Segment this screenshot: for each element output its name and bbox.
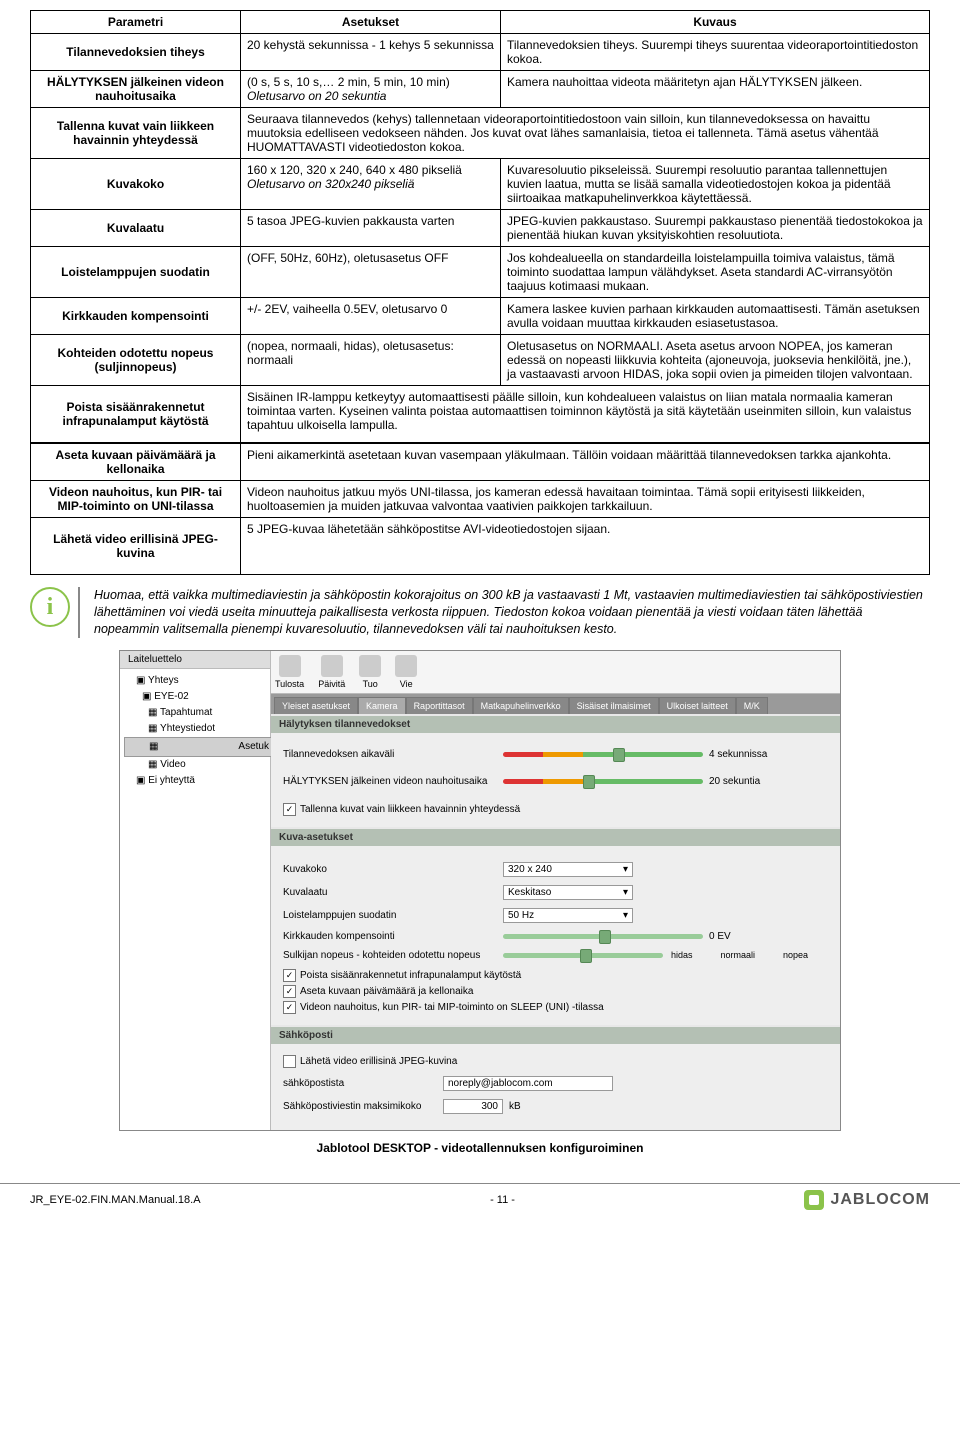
row-label: Kirkkauden kompensointi: [283, 931, 503, 942]
tab[interactable]: Raportittasot: [406, 697, 473, 714]
print-icon: [279, 655, 301, 677]
row-label: HÄLYTYKSEN jälkeinen videon nauhoitusaik…: [283, 776, 503, 787]
tree-item-selected[interactable]: ▦ Asetuk: [124, 737, 274, 757]
chevron-down-icon: ▾: [623, 910, 628, 921]
tab[interactable]: Matkapuhelinverkko: [473, 697, 569, 714]
filter-select[interactable]: 50 Hz▾: [503, 908, 633, 923]
table-row: Tallenna kuvat vain liikkeen havainnin y…: [31, 108, 930, 159]
tree-item[interactable]: ▦ Tapahtumat: [124, 705, 266, 721]
table-row: Aseta kuvaan päivämäärä ja kellonaika Pi…: [31, 443, 930, 481]
shutter-slider[interactable]: [503, 953, 663, 958]
tab[interactable]: Ulkoiset laitteet: [659, 697, 736, 714]
sidebar: Laiteluettelo ▣ Yhteys ▣ EYE-02 ▦ Tapaht…: [120, 651, 271, 1130]
slider-value: 4 sekunnissa: [709, 749, 779, 760]
tree-root[interactable]: ▣ Yhteys: [124, 673, 266, 689]
th-desc: Kuvaus: [501, 11, 930, 34]
table-row: HÄLYTYKSEN jälkeinen videon nauhoitusaik…: [31, 71, 930, 108]
toolbar-export[interactable]: Vie: [395, 655, 417, 689]
doc-id: JR_EYE-02.FIN.MAN.Manual.18.A: [30, 1194, 201, 1206]
page-footer: JR_EYE-02.FIN.MAN.Manual.18.A - 11 - JAB…: [0, 1183, 960, 1220]
brand-logo: JABLOCOM: [804, 1190, 930, 1210]
checkbox-uni-record[interactable]: ✓Videon nauhoitus, kun PIR- tai MIP-toim…: [283, 1001, 828, 1014]
section-header: Sähköposti: [271, 1027, 840, 1044]
checkbox-jpeg-email[interactable]: Lähetä video erillisinä JPEG-kuvina: [283, 1055, 828, 1068]
tree-item[interactable]: ▦ Video: [124, 757, 266, 773]
sidebar-title: Laiteluettelo: [120, 651, 270, 669]
tab[interactable]: Yleiset asetukset: [274, 697, 358, 714]
table-row: Kuvakoko 160 x 120, 320 x 240, 640 x 480…: [31, 159, 930, 210]
screenshot-caption: Jablotool DESKTOP - videotallennuksen ko…: [30, 1141, 930, 1155]
export-icon: [395, 655, 417, 677]
page-number: - 11 -: [490, 1194, 515, 1206]
table-row: Poista sisäänrakennetut infrapunalamput …: [31, 386, 930, 444]
import-icon: [359, 655, 381, 677]
table-row: Kirkkauden kompensointi +/- 2EV, vaiheel…: [31, 298, 930, 335]
tab[interactable]: Sisäiset ilmaisimet: [569, 697, 659, 714]
toolbar-refresh[interactable]: Päivitä: [318, 655, 345, 689]
table-row: Loistelamppujen suodatin (OFF, 50Hz, 60H…: [31, 247, 930, 298]
maxsize-input[interactable]: 300: [443, 1099, 503, 1114]
tab[interactable]: M/K: [736, 697, 768, 714]
row-label: Loistelamppujen suodatin: [283, 910, 503, 921]
table-row: Kuvalaatu 5 tasoa JPEG-kuvien pakkausta …: [31, 210, 930, 247]
resolution-select[interactable]: 320 x 240▾: [503, 862, 633, 877]
slider-value: 20 sekuntia: [709, 776, 779, 787]
refresh-icon: [321, 655, 343, 677]
device-tree[interactable]: ▣ Yhteys ▣ EYE-02 ▦ Tapahtumat ▦ Yhteyst…: [120, 669, 270, 793]
toolbar: Tulosta Päivitä Tuo Vie: [271, 651, 840, 694]
interval-slider[interactable]: [503, 752, 703, 757]
quality-select[interactable]: Keskitaso▾: [503, 885, 633, 900]
chevron-down-icon: ▾: [623, 887, 628, 898]
row-label: Tilannevedoksen aikaväli: [283, 749, 503, 760]
tree-device[interactable]: ▣ EYE-02: [124, 689, 266, 705]
app-screenshot: Laiteluettelo ▣ Yhteys ▣ EYE-02 ▦ Tapaht…: [119, 650, 841, 1131]
th-setting: Asetukset: [241, 11, 501, 34]
tree-disconnected[interactable]: ▣ Ei yhteyttä: [124, 773, 266, 789]
row-label: Sulkijan nopeus - kohteiden odotettu nop…: [283, 950, 503, 961]
table-row: Kohteiden odotettu nopeus (suljinnopeus)…: [31, 335, 930, 386]
chevron-down-icon: ▾: [623, 864, 628, 875]
row-label: Sähköpostiviestin maksimikoko: [283, 1101, 443, 1112]
email-from-input[interactable]: noreply@jablocom.com: [443, 1076, 613, 1091]
th-param: Parametri: [31, 11, 241, 34]
section-header: Hälytyksen tilannevedokset: [271, 716, 840, 733]
section-header: Kuva-asetukset: [271, 829, 840, 846]
row-label: Kuvakoko: [283, 864, 503, 875]
slider-value: 0 EV: [709, 931, 779, 942]
parameter-table: Parametri Asetukset Kuvaus Tilannevedoks…: [30, 10, 930, 575]
tab-active[interactable]: Kamera: [358, 697, 406, 714]
logo-icon: [804, 1190, 824, 1210]
table-row: Videon nauhoitus, kun PIR- tai MIP-toimi…: [31, 481, 930, 518]
info-note: i Huomaa, että vaikka multimediaviestin …: [30, 587, 930, 638]
toolbar-import[interactable]: Tuo: [359, 655, 381, 689]
tab-bar: Yleiset asetukset Kamera Raportittasot M…: [271, 694, 840, 714]
row-label: Kuvalaatu: [283, 887, 503, 898]
checkbox-datetime[interactable]: ✓Aseta kuvaan päivämäärä ja kellonaika: [283, 985, 828, 998]
checkbox-ir-disable[interactable]: ✓Poista sisäänrakennetut infrapunalamput…: [283, 969, 828, 982]
toolbar-print[interactable]: Tulosta: [275, 655, 304, 689]
checkbox-motion-only[interactable]: ✓Tallenna kuvat vain liikkeen havainnin …: [283, 803, 828, 816]
info-text: Huomaa, että vaikka multimediaviestin ja…: [90, 587, 930, 638]
brightness-slider[interactable]: [503, 934, 703, 939]
duration-slider[interactable]: [503, 779, 703, 784]
info-icon: i: [30, 587, 70, 627]
table-row: Tilannevedoksien tiheys 20 kehystä sekun…: [31, 34, 930, 71]
tree-item[interactable]: ▦ Yhteystiedot: [124, 721, 266, 737]
table-row: Lähetä video erillisinä JPEG-kuvina 5 JP…: [31, 518, 930, 575]
row-label: sähköpostista: [283, 1078, 443, 1089]
